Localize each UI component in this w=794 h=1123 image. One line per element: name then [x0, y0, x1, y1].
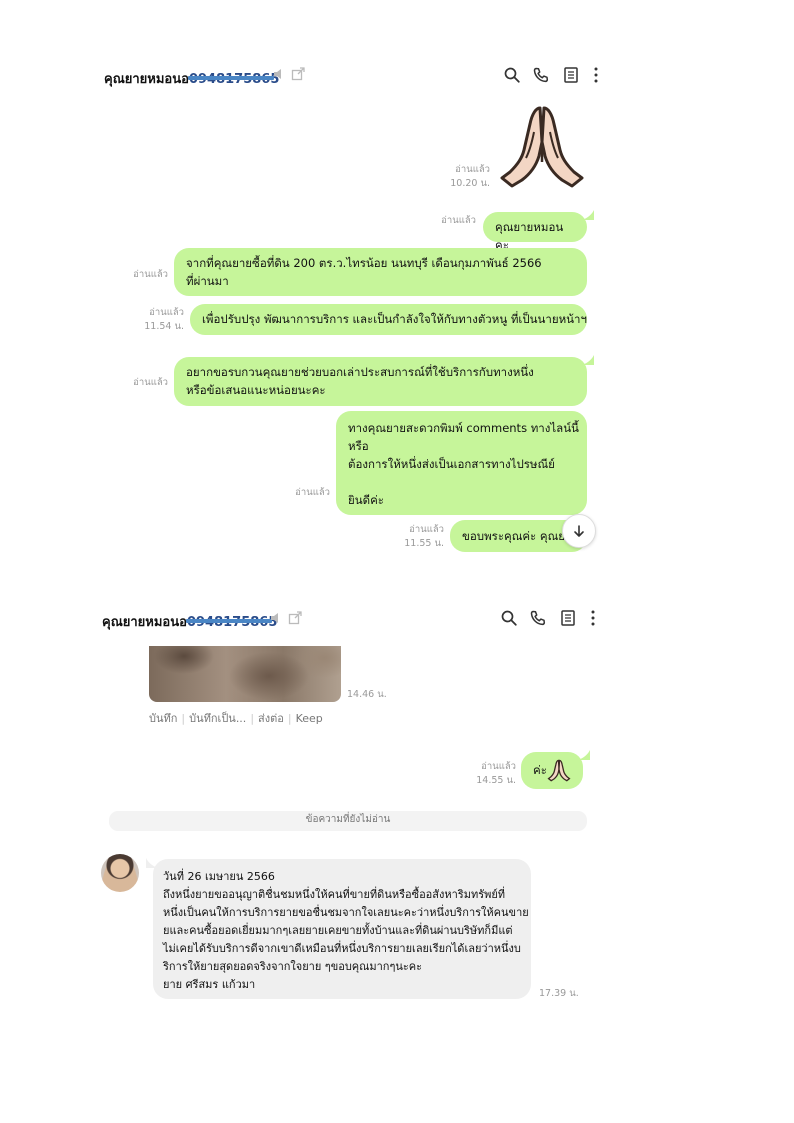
redaction-bar [186, 619, 272, 623]
sent-message-bubble[interactable]: จากที่คุณยายซื้อที่ดิน 200 ตร.ว.ไทรน้อย … [174, 248, 587, 296]
message-line: ยาย ศรีสมร แก้วมา [163, 978, 256, 991]
message-status: อ่านแล้ว [110, 376, 168, 390]
message-line: หรือ [348, 439, 369, 453]
message-status: อ่านแล้ว [420, 214, 476, 228]
message-time: 11.55 น. [404, 538, 444, 549]
read-receipt: อ่านแล้ว [295, 487, 330, 498]
message-line [348, 473, 575, 491]
praying-hands-emoji [547, 759, 571, 782]
message-status: อ่านแล้ว 10.20 น. [430, 163, 490, 191]
read-receipt: อ่านแล้ว [133, 269, 168, 280]
unread-messages-banner: ข้อความที่ยังไม่อ่าน [109, 811, 587, 831]
message-line: ยและคนซื้อยอดเยี่ยมมากๆเลยยายเคยขายทั้งบ… [163, 924, 513, 937]
mute-icon[interactable] [269, 611, 283, 625]
message-line: หนึ่งเป็นคนให้การบริการยายขอชื่นชมจากใจเ… [163, 906, 529, 919]
bubble-tail [578, 750, 590, 760]
read-receipt: อ่านแล้ว [133, 377, 168, 388]
message-time: 14.55 น. [476, 775, 516, 786]
scroll-to-bottom-button[interactable] [562, 514, 596, 548]
notes-icon[interactable] [559, 609, 577, 627]
search-icon[interactable] [503, 66, 521, 84]
bubble-tail [582, 210, 594, 220]
sent-message-bubble[interactable]: ทางคุณยายสะดวกพิมพ์ comments ทางไลน์นี้ … [336, 411, 587, 515]
avatar[interactable] [101, 854, 139, 892]
sent-message-bubble[interactable]: อยากขอรบกวนคุณยายช่วยบอกเล่าประสบการณ์ที… [174, 357, 587, 406]
received-message-bubble[interactable]: วันที่ 26 เมษายน 2566 ถึงหนึ่งยายขออนุญา… [153, 859, 531, 999]
search-icon[interactable] [500, 609, 518, 627]
message-line: ถึงหนึ่งยายขออนุญาติชื่นชมหนึ่งให้คนที่ข… [163, 888, 506, 901]
save-action[interactable]: บันทึก [149, 712, 177, 725]
photo-actions: บันทึก | บันทึกเป็น... | ส่งต่อ | Keep [149, 712, 323, 725]
message-status: อ่านแล้ว [110, 268, 168, 282]
forward-action[interactable]: ส่งต่อ [258, 712, 284, 725]
message-line: ที่ผ่านมา [186, 274, 229, 288]
message-time: 14.46 น. [347, 689, 387, 700]
chat-title-name: คุณยายหมอนอ [102, 615, 187, 630]
message-line: หรือข้อเสนอแนะหน่อยนะคะ [186, 383, 326, 397]
external-link-icon[interactable] [288, 611, 302, 625]
redaction-bar [188, 76, 274, 80]
message-time: 11.54 น. [144, 321, 184, 332]
message-line: ริการให้ยายสุดยอดจริงจากใจยาย ๆขอบคุณมาก… [163, 960, 423, 973]
message-line: จากที่คุณยายซื้อที่ดิน 200 ตร.ว.ไทรน้อย … [186, 256, 542, 270]
notes-icon[interactable] [562, 66, 580, 84]
chat-title-name: คุณยายหมอนอ [104, 72, 189, 87]
read-receipt: อ่านแล้ว [149, 307, 184, 318]
call-icon[interactable] [529, 609, 547, 627]
sent-message-bubble[interactable]: เพื่อปรับปรุง พัฒนาการบริการ และเป็นกำลั… [190, 304, 587, 335]
sent-message-bubble[interactable]: คุณยายหมอนคะ [483, 212, 587, 252]
message-status: อ่านแล้ว 11.55 น. [388, 523, 444, 551]
message-status: อ่านแล้ว 14.55 น. [460, 760, 516, 788]
message-text: ขอบพระคุณค่ะ คุณยาย [462, 529, 579, 543]
photo-thumbnail[interactable] [149, 646, 341, 702]
message-status: อ่านแล้ว 11.54 น. [126, 306, 184, 334]
message-text: ค่ะ [533, 763, 547, 777]
call-icon[interactable] [532, 66, 550, 84]
message-line: ทางคุณยายสะดวกพิมพ์ comments ทางไลน์นี้ [348, 421, 579, 435]
message-time: 17.39 น. [539, 988, 579, 999]
external-link-icon[interactable] [291, 67, 305, 81]
praying-hands-sticker[interactable] [496, 102, 588, 188]
keep-action[interactable]: Keep [296, 712, 323, 725]
save-as-action[interactable]: บันทึกเป็น... [189, 712, 246, 725]
message-time: 10.20 น. [450, 178, 490, 189]
read-receipt: อ่านแล้ว [455, 164, 490, 175]
bubble-tail [582, 355, 594, 365]
message-line: วันที่ 26 เมษายน 2566 [163, 870, 275, 883]
read-receipt: อ่านแล้ว [441, 215, 476, 226]
message-line: อยากขอรบกวนคุณยายช่วยบอกเล่าประสบการณ์ที… [186, 365, 534, 379]
mute-icon[interactable] [272, 67, 286, 81]
message-status: อ่านแล้ว [272, 486, 330, 500]
read-receipt: อ่านแล้ว [481, 761, 516, 772]
arrow-down-icon [574, 525, 584, 537]
sent-message-bubble[interactable]: ค่ะ [521, 752, 583, 789]
read-receipt: อ่านแล้ว [409, 524, 444, 535]
message-text: เพื่อปรับปรุง พัฒนาการบริการ และเป็นกำลั… [202, 312, 587, 326]
more-icon[interactable] [587, 66, 605, 84]
message-line: ยินดีค่ะ [348, 493, 384, 507]
more-icon[interactable] [584, 609, 602, 627]
message-line: ต้องการให้หนึ่งส่งเป็นเอกสารทางไปรษณีย์ [348, 457, 555, 471]
message-line: ไม่เคยได้รับบริการดีจากเขาดีเหมือนที่หนึ… [163, 942, 521, 955]
bubble-tail [146, 858, 158, 868]
